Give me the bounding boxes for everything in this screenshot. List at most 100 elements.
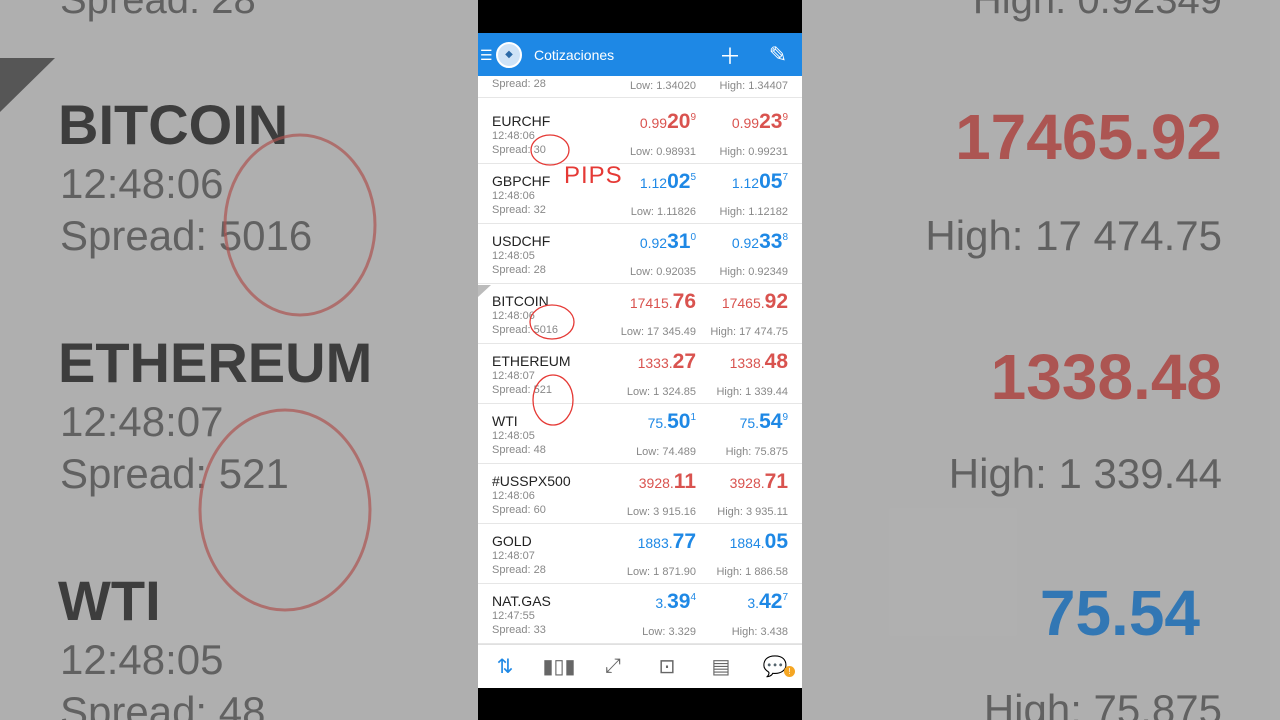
ask-pips: 54 xyxy=(759,410,783,433)
bid-price[interactable]: 0.92310 xyxy=(640,230,696,254)
symbol-name: USDCHF xyxy=(492,233,551,249)
nav-history[interactable]: ⊡ xyxy=(640,645,694,688)
ask-price[interactable]: 1.12057 xyxy=(732,170,788,194)
bid-price[interactable]: 1333.27 xyxy=(638,350,696,374)
symbol-name: #USSPX500 xyxy=(492,473,571,489)
bid-fraction: 9 xyxy=(690,112,696,123)
bid-pips: 39 xyxy=(667,590,691,613)
bid-price[interactable]: 17415.76 xyxy=(630,290,696,314)
spread: Spread: 28 xyxy=(492,78,546,90)
ask-fraction: 8 xyxy=(782,232,788,243)
quotes-list[interactable]: Spread: 28 Low: 1.34020 High: 1.34407 EU… xyxy=(478,76,802,644)
spread: Spread: 5016 xyxy=(492,324,559,336)
pips-annotation: PIPS xyxy=(564,162,623,189)
bid-fraction: 5 xyxy=(690,172,696,183)
quote-time: 12:48:06 xyxy=(492,310,535,322)
quote-row[interactable]: BITCOIN 12:48:06 Spread: 5016 17415.76 17465… xyxy=(478,284,802,344)
bid-prefix: 0.92 xyxy=(639,235,668,251)
low-price: Low: 1 324.85 xyxy=(626,386,696,398)
ask-price[interactable]: 1884.05 xyxy=(730,530,788,554)
high-price: High: 75.875 xyxy=(725,446,788,458)
add-symbol-button[interactable]: ＋ xyxy=(706,33,754,76)
quote-row[interactable]: WTI 12:48:05 Spread: 48 75.501 75.549 Low: 74… xyxy=(478,404,802,464)
messages-icon: 💬 xyxy=(762,656,788,678)
bid-price[interactable]: 1.12025 xyxy=(640,170,696,194)
ask-pips: 48 xyxy=(764,350,788,373)
high-price: High: 3.438 xyxy=(731,626,788,638)
high-price: High: 3 935.11 xyxy=(717,506,788,518)
quote-row[interactable]: ETHEREUM 12:48:07 Spread: 521 1333.27 1338.4… xyxy=(478,344,802,404)
symbol-name: WTI xyxy=(492,413,518,429)
ask-pips: 05 xyxy=(759,170,783,193)
bid-prefix: 1.12 xyxy=(639,175,668,191)
symbol-name: BITCOIN xyxy=(492,293,549,309)
bid-fraction: 0 xyxy=(690,232,696,243)
spread: Spread: 32 xyxy=(492,204,546,216)
bid-price[interactable]: 3928.11 xyxy=(639,470,696,494)
bid-pips: 11 xyxy=(673,470,696,493)
ask-price[interactable]: 3928.71 xyxy=(730,470,788,494)
nav-messages[interactable]: 💬! xyxy=(748,645,802,688)
bid-prefix: 1333. xyxy=(637,355,673,371)
ask-price[interactable]: 17465.92 xyxy=(722,290,788,314)
ask-pips: 42 xyxy=(759,590,783,613)
quote-row[interactable]: EURCHF 12:48:06 Spread: 30 0.99209 0.99239 Lo… xyxy=(478,104,802,164)
bid-prefix: 3. xyxy=(655,595,668,611)
quote-row[interactable]: GOLD 12:48:07 Spread: 28 1883.77 1884.05 Low:… xyxy=(478,524,802,584)
edit-pencil-icon[interactable]: ✎ xyxy=(754,33,802,76)
quote-row[interactable]: USDCHF 12:48:05 Spread: 28 0.92310 0.92338 Lo… xyxy=(478,224,802,284)
quote-time: 12:48:05 xyxy=(492,250,535,262)
bid-pips: 76 xyxy=(672,290,696,313)
spread: Spread: 33 xyxy=(492,624,546,636)
nav-news[interactable]: ▤ xyxy=(694,645,748,688)
high-price: High: 1 886.58 xyxy=(716,566,788,578)
bid-price[interactable]: 3.394 xyxy=(655,590,696,614)
spread: Spread: 28 xyxy=(492,564,546,576)
quote-row[interactable]: GBPCHF 12:48:06 Spread: 32 1.12025 1.12057 Lo… xyxy=(478,164,802,224)
ask-price[interactable]: 1338.48 xyxy=(730,350,788,374)
high-price: High: 1.34407 xyxy=(719,80,789,92)
symbol-name: ETHEREUM xyxy=(492,353,571,369)
spread: Spread: 28 xyxy=(492,264,546,276)
quote-time: 12:48:06 xyxy=(492,190,535,202)
bid-prefix: 75. xyxy=(647,415,668,431)
low-price: Low: 0.92035 xyxy=(629,266,696,278)
ask-price[interactable]: 3.427 xyxy=(747,590,788,614)
high-price: High: 0.92349 xyxy=(719,266,789,278)
quote-time: 12:48:06 xyxy=(492,130,535,142)
low-price: Low: 1.34020 xyxy=(629,80,696,92)
symbol-name: EURCHF xyxy=(492,113,551,129)
ask-prefix: 1338. xyxy=(729,355,765,371)
quote-row-partial[interactable]: Spread: 28 Low: 1.34020 High: 1.34407 xyxy=(478,76,802,98)
ask-prefix: 17465. xyxy=(721,295,765,311)
spread: Spread: 60 xyxy=(492,504,546,516)
spread: Spread: 521 xyxy=(492,384,552,396)
quote-row[interactable]: NAT.GAS 12:47:55 Spread: 33 3.394 3.427 Low: … xyxy=(478,584,802,644)
ask-fraction: 7 xyxy=(782,592,788,603)
nav-trade[interactable]: ⤢ xyxy=(586,645,640,688)
history-icon: ⊡ xyxy=(658,656,676,678)
high-price: High: 17 474.75 xyxy=(710,326,788,338)
high-price: High: 1 339.44 xyxy=(716,386,788,398)
bid-price[interactable]: 0.99209 xyxy=(640,110,696,134)
low-price: Low: 74.489 xyxy=(636,446,696,458)
quote-time: 12:48:06 xyxy=(492,490,535,502)
ask-pips: 92 xyxy=(764,290,788,313)
ask-price[interactable]: 0.99239 xyxy=(732,110,788,134)
bid-price[interactable]: 75.501 xyxy=(648,410,696,434)
ask-price[interactable]: 0.92338 xyxy=(732,230,788,254)
bid-price[interactable]: 1883.77 xyxy=(638,530,696,554)
nav-chart[interactable]: ▮▯▮ xyxy=(532,645,586,688)
ask-price[interactable]: 75.549 xyxy=(740,410,788,434)
high-price: High: 0.99231 xyxy=(719,146,789,158)
chart-icon: ▮▯▮ xyxy=(542,656,576,678)
low-price: Low: 3 915.16 xyxy=(626,506,696,518)
nav-quotes[interactable]: ⇅ xyxy=(478,645,532,688)
bid-fraction: 1 xyxy=(690,412,696,423)
quote-time: 12:48:05 xyxy=(492,430,535,442)
menu-icon[interactable]: ☰ xyxy=(480,48,493,62)
notification-badge: ! xyxy=(784,666,795,677)
bid-pips: 50 xyxy=(667,410,691,433)
ask-prefix: 0.99 xyxy=(731,115,760,131)
quote-row[interactable]: #USSPX500 12:48:06 Spread: 60 3928.11 3928.7… xyxy=(478,464,802,524)
